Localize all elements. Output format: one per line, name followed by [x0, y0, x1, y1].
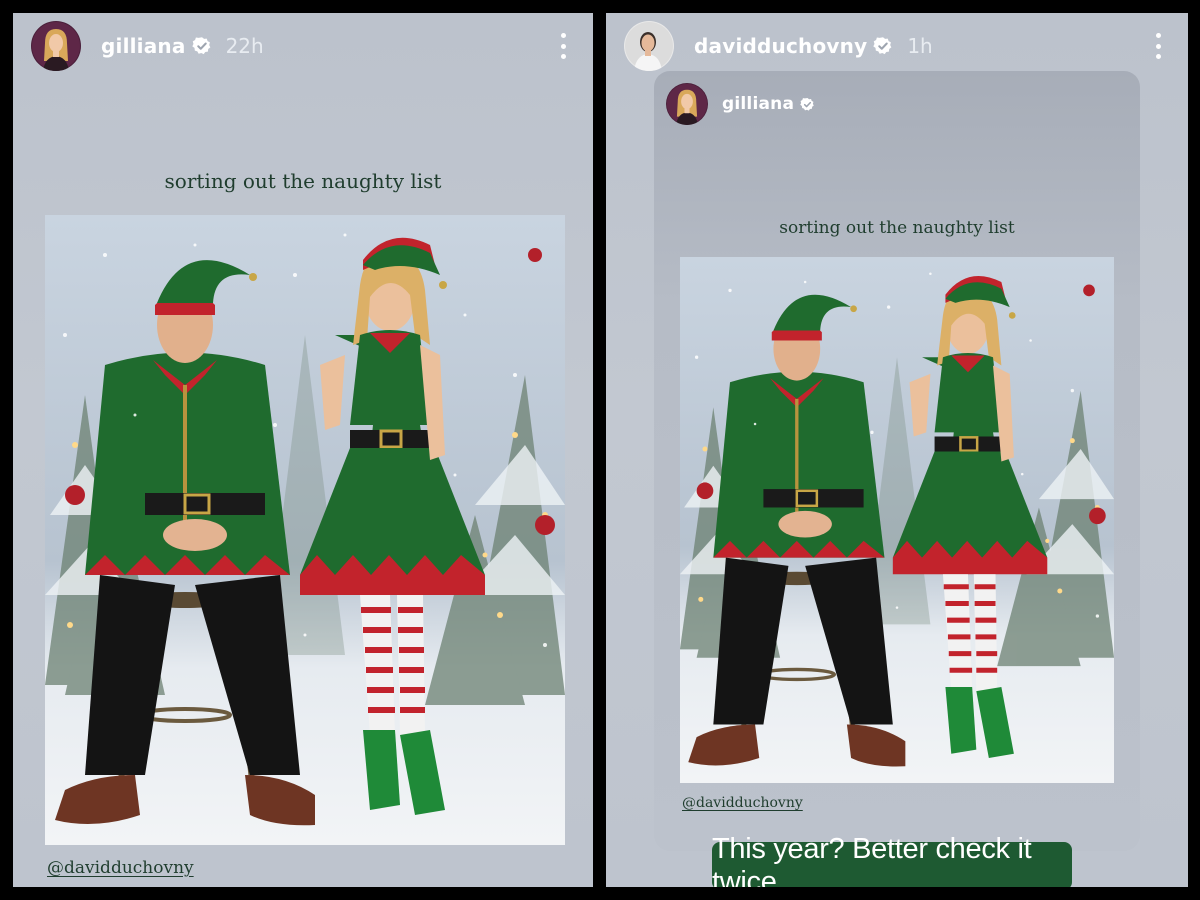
avatar[interactable]	[666, 83, 708, 125]
more-vertical-icon[interactable]	[1146, 31, 1170, 61]
story-photo	[45, 215, 565, 845]
mention-link[interactable]: @davidduchovny	[47, 858, 194, 878]
story-header: davidduchovny 1h	[624, 21, 1170, 71]
avatar[interactable]	[31, 21, 81, 71]
post-time: 22h	[225, 34, 264, 58]
avatar[interactable]	[624, 21, 674, 71]
mention-link[interactable]: @davidduchovny	[682, 795, 803, 811]
verified-badge-icon	[873, 36, 893, 56]
username[interactable]: gilliana	[101, 34, 186, 58]
story-gilliana[interactable]: gilliana 22h sorting out the naughty lis…	[13, 13, 593, 887]
verified-badge-icon	[800, 97, 815, 112]
story-caption: sorting out the naughty list	[164, 169, 442, 193]
story-caption: sorting out the naughty list	[779, 218, 1015, 238]
verified-badge-icon	[192, 36, 212, 56]
reposted-username[interactable]: gilliana	[722, 94, 794, 114]
reposted-story-card[interactable]: gilliana sorting out the naughty list @d…	[654, 71, 1140, 851]
story-header: gilliana 22h	[31, 21, 575, 71]
reposted-story-header: gilliana	[666, 83, 815, 125]
story-photo	[680, 257, 1114, 783]
username[interactable]: davidduchovny	[694, 34, 867, 58]
story-davidduchovny[interactable]: davidduchovny 1h gilliana sorting out th…	[606, 13, 1188, 887]
text-sticker: This year? Better check it twice.	[712, 833, 1072, 887]
more-vertical-icon[interactable]	[551, 31, 575, 61]
post-time: 1h	[907, 34, 933, 58]
